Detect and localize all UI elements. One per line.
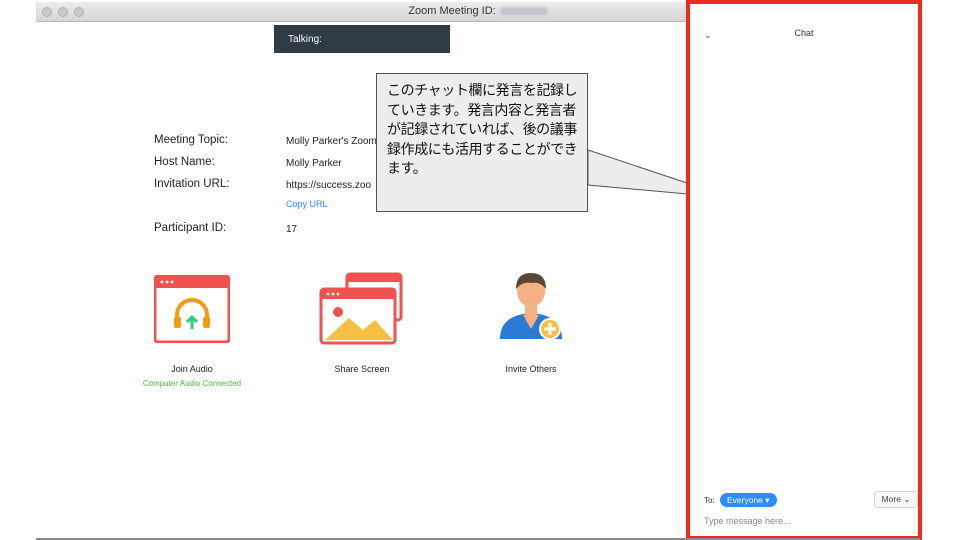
audio-status-text: Computer Audio Connected [142, 379, 242, 388]
recipient-select-button[interactable]: Everyone ▾ [720, 493, 777, 507]
host-name-value: Molly Parker [286, 158, 342, 169]
invitation-url-label: Invitation URL: [154, 178, 230, 190]
host-name-label: Host Name: [154, 156, 215, 168]
invite-others-label[interactable]: Invite Others [471, 364, 591, 374]
share-screen-label[interactable]: Share Screen [302, 364, 422, 374]
copy-url-link[interactable]: Copy URL [286, 199, 328, 209]
window-title-text: Zoom Meeting ID: [408, 5, 496, 17]
chat-message-input[interactable]: Type message here... [704, 516, 791, 526]
annotation-callout: このチャット欄に発言を記録していきます。発言内容と発言者が記録されていれば、後の… [376, 73, 588, 212]
participant-id-value: 17 [286, 224, 298, 235]
join-audio-icon[interactable] [154, 275, 230, 343]
meeting-id-redacted [499, 7, 548, 16]
invitation-url-value: https://success.zoo [286, 180, 372, 191]
more-button[interactable]: More ⌄ [874, 491, 918, 508]
chat-panel: ⌄ Chat To: Everyone ▾ More ⌄ Type messag… [686, 0, 922, 540]
share-screen-icon[interactable] [319, 272, 405, 346]
chat-title: Chat [794, 28, 814, 38]
join-audio-label[interactable]: Join Audio [132, 364, 252, 374]
chevron-down-icon: ⌄ [903, 494, 911, 504]
more-label: More [881, 494, 901, 504]
meeting-topic-label: Meeting Topic: [154, 134, 228, 146]
participant-id-label: Participant ID: [154, 222, 227, 234]
talking-indicator: Talking: [274, 25, 450, 53]
meeting-topic-value: Molly Parker's Zoom [286, 136, 377, 147]
caret-down-icon: ▾ [765, 495, 770, 505]
recipient-label: Everyone [727, 495, 763, 505]
chat-to-label: To: [704, 496, 715, 505]
invite-others-icon[interactable] [496, 269, 566, 345]
